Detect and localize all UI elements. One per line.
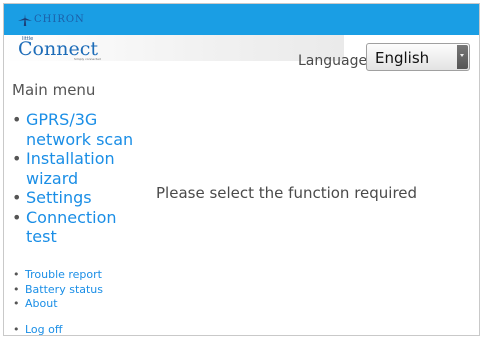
- top-bar: CHIRON: [4, 4, 479, 35]
- logo-main-text: Connect: [18, 38, 98, 60]
- main-menu-title: Main menu: [12, 81, 96, 99]
- language-select[interactable]: English: [366, 43, 470, 71]
- main-menu-primary: GPRS/3G network scan Installation wizard…: [12, 110, 142, 247]
- language-label: Language:: [298, 53, 372, 69]
- menu-item-gprs-scan[interactable]: GPRS/3G network scan: [12, 110, 142, 149]
- menu-item-battery-status[interactable]: Battery status: [12, 283, 103, 298]
- main-menu-secondary: Trouble report Battery status About: [12, 268, 103, 312]
- brand-logo[interactable]: CHIRON: [18, 12, 85, 28]
- language-selected-value: English: [375, 49, 430, 67]
- main-message: Please select the function required: [156, 184, 418, 202]
- chiron-logo-icon: [18, 13, 32, 27]
- menu-item-trouble-report[interactable]: Trouble report: [12, 268, 103, 283]
- dropdown-arrow-icon[interactable]: [457, 45, 468, 69]
- logo-tagline: Simply connected: [74, 57, 101, 61]
- menu-item-about[interactable]: About: [12, 297, 103, 312]
- menu-item-settings[interactable]: Settings: [12, 188, 142, 208]
- menu-item-connection-test[interactable]: Connection test: [12, 208, 142, 247]
- menu-item-log-off[interactable]: Log off: [12, 323, 62, 335]
- menu-item-installation-wizard[interactable]: Installation wizard: [12, 149, 142, 188]
- brand-name: CHIRON: [34, 14, 85, 25]
- app-frame: CHIRON little Connect Simply connected L…: [3, 3, 480, 336]
